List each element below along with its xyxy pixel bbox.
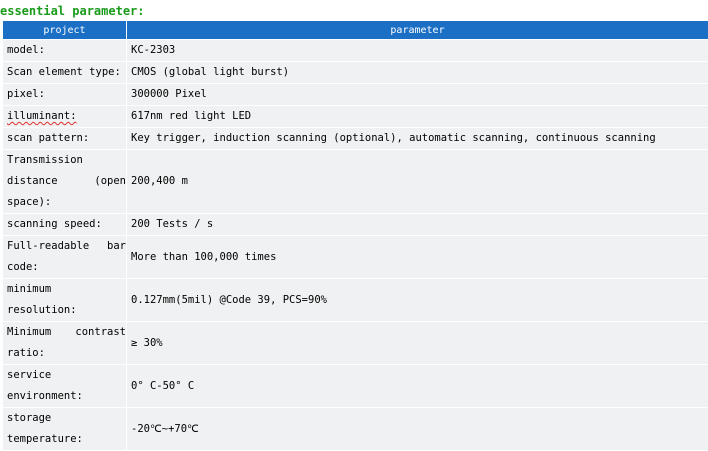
row-value: 617nm red light LED xyxy=(127,106,708,127)
table-row: storage temperature: -20℃~+70℃ xyxy=(3,408,708,450)
table-row: scan pattern: Key trigger, induction sca… xyxy=(3,128,708,149)
row-value: 200,400 m xyxy=(127,150,708,213)
table-row: scanning speed: 200 Tests / s xyxy=(3,214,708,235)
table-row: model: KC-2303 xyxy=(3,40,708,61)
section-heading: essential parameter: xyxy=(0,4,145,18)
row-key: illuminant: xyxy=(7,110,77,122)
row-value: 300000 Pixel xyxy=(127,84,708,105)
row-value: KC-2303 xyxy=(127,40,708,61)
table-row: Full-readable bar code: More than 100,00… xyxy=(3,236,708,278)
table-row: minimum resolution: 0.127mm(5mil) @Code … xyxy=(3,279,708,321)
table-row: illuminant: 617nm red light LED xyxy=(3,106,708,127)
table-header-row: project parameter xyxy=(3,21,708,39)
row-key: storage temperature: xyxy=(3,408,126,450)
row-value: -20℃~+70℃ xyxy=(127,408,708,450)
row-key: Full-readable bar code: xyxy=(3,236,126,278)
row-key: Minimum contrast ratio: xyxy=(3,322,126,364)
column-header-project: project xyxy=(3,21,126,39)
row-key: pixel: xyxy=(3,84,126,105)
parameter-table: project parameter model: KC-2303 Scan el… xyxy=(2,20,708,451)
row-value: ≥ 30% xyxy=(127,322,708,364)
table-row: service environment: 0° C-50° C xyxy=(3,365,708,407)
column-header-parameter: parameter xyxy=(127,21,708,39)
row-key: Scan element type: xyxy=(3,62,126,83)
row-value: 200 Tests / s xyxy=(127,214,708,235)
row-key: scanning speed: xyxy=(3,214,126,235)
table-row: Transmission distance (open space): 200,… xyxy=(3,150,708,213)
row-key: Transmission distance (open space): xyxy=(3,150,126,213)
row-value: CMOS (global light burst) xyxy=(127,62,708,83)
row-value: 0° C-50° C xyxy=(127,365,708,407)
table-row: Scan element type: CMOS (global light bu… xyxy=(3,62,708,83)
row-value: Key trigger, induction scanning (optiona… xyxy=(127,128,708,149)
table-row: pixel: 300000 Pixel xyxy=(3,84,708,105)
row-key: scan pattern: xyxy=(3,128,126,149)
row-value: More than 100,000 times xyxy=(127,236,708,278)
row-key: service environment: xyxy=(3,365,126,407)
row-key: minimum resolution: xyxy=(3,279,126,321)
table-row: Minimum contrast ratio: ≥ 30% xyxy=(3,322,708,364)
row-key: model: xyxy=(3,40,126,61)
row-value: 0.127mm(5mil) @Code 39, PCS=90% xyxy=(127,279,708,321)
